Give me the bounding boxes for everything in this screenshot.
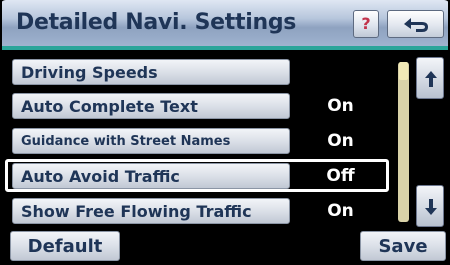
help-button[interactable]: ? (353, 10, 379, 38)
show-free-flowing-traffic-button[interactable]: Show Free Flowing Traffic (12, 198, 290, 224)
arrow-down-icon (425, 199, 437, 215)
auto-complete-text-value: On (292, 93, 389, 119)
back-arrow-icon (404, 18, 428, 32)
selection-highlight (5, 159, 389, 192)
scrollbar[interactable] (398, 62, 409, 222)
auto-complete-text-button[interactable]: Auto Complete Text (12, 93, 290, 119)
default-button[interactable]: Default (10, 231, 120, 261)
scrollbar-thumb[interactable] (399, 62, 408, 80)
save-button[interactable]: Save (360, 231, 446, 261)
back-button[interactable] (387, 10, 444, 38)
driving-speeds-button[interactable]: Driving Speeds (12, 59, 290, 85)
navi-settings-screen: Detailed Navi. Settings ? Driving Speeds… (0, 0, 450, 265)
scroll-down-button[interactable] (416, 185, 444, 227)
guidance-street-names-value: On (292, 128, 389, 154)
header-divider (2, 46, 448, 50)
show-free-flowing-traffic-value: On (292, 198, 389, 224)
arrow-up-icon (425, 71, 437, 87)
header-bar: Detailed Navi. Settings ? (2, 0, 448, 46)
scroll-up-button[interactable] (416, 57, 444, 99)
page-title: Detailed Navi. Settings (16, 10, 297, 35)
guidance-street-names-button[interactable]: Guidance with Street Names (12, 128, 290, 154)
